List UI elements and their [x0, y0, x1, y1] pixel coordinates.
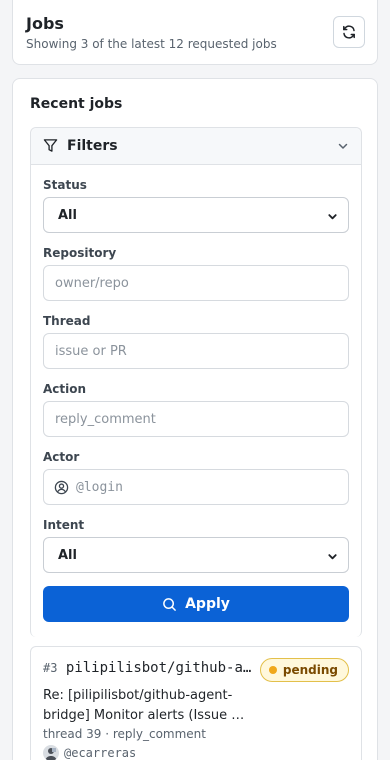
chevron-down-icon — [338, 143, 348, 149]
intent-select[interactable]: All — [43, 537, 349, 573]
actor-login[interactable]: @ecarreras — [64, 746, 136, 760]
status-badge-label: pending — [282, 663, 338, 677]
refresh-icon — [343, 25, 355, 39]
filters-toggle[interactable]: Filters — [31, 128, 361, 165]
job-title-line: Re: [pilipilisbot/github-agent- — [43, 688, 233, 703]
job-title-line: bridge] Monitor alerts (Issue #39) — [43, 708, 255, 723]
action-placeholder: reply_comment — [55, 412, 156, 427]
job-repo[interactable]: pilipilisbot/github-agent-bridge — [66, 660, 257, 676]
thread-input[interactable]: issue or PR — [43, 333, 349, 369]
jobs-count-subtitle: Showing 3 of the latest 12 requested job… — [26, 37, 277, 51]
status-select[interactable]: All — [43, 197, 349, 233]
job-title[interactable]: Re: [pilipilisbot/github-agent- bridge] … — [43, 686, 255, 726]
actor-input[interactable]: @login — [43, 469, 349, 505]
filters-label: Filters — [67, 138, 118, 154]
intent-select-value: All — [58, 548, 77, 563]
job-actor: @ecarreras — [43, 745, 136, 760]
section-title: Recent jobs — [30, 96, 123, 112]
status-select-value: All — [58, 208, 77, 223]
action-input[interactable]: reply_comment — [43, 401, 349, 437]
status-label: Status — [43, 178, 87, 192]
apply-label: Apply — [185, 596, 230, 612]
page-title: Jobs — [26, 14, 64, 33]
jobs-header: Jobs Showing 3 of the latest 12 requeste… — [12, 0, 378, 65]
repository-label: Repository — [43, 246, 117, 260]
repository-input[interactable]: owner/repo — [43, 265, 349, 301]
chevron-down-icon — [328, 214, 337, 220]
thread-placeholder: issue or PR — [55, 344, 127, 359]
status-badge: pending — [259, 658, 349, 682]
job-meta: thread 39 · reply_comment — [43, 727, 206, 741]
actor-placeholder: @login — [76, 480, 123, 495]
job-heading: #3 pilipilisbot/github-agent-bridge — [43, 660, 257, 676]
intent-label: Intent — [43, 518, 85, 532]
status-dot-icon — [268, 666, 277, 674]
job-number: #3 — [43, 661, 58, 675]
user-icon — [54, 480, 69, 495]
chevron-down-icon — [328, 554, 337, 560]
search-icon — [163, 597, 176, 611]
job-card[interactable]: #3 pilipilisbot/github-agent-bridge pend… — [30, 646, 362, 760]
filter-icon — [43, 139, 58, 152]
apply-button[interactable]: Apply — [43, 586, 349, 622]
thread-label: Thread — [43, 314, 91, 328]
avatar — [43, 745, 59, 760]
repository-placeholder: owner/repo — [55, 276, 129, 291]
filters-panel: Filters Status All Repository owner/repo… — [30, 127, 362, 637]
refresh-button[interactable] — [333, 16, 365, 48]
action-label: Action — [43, 382, 87, 396]
actor-label: Actor — [43, 450, 80, 464]
recent-jobs-card: Recent jobs Filters Status All Repositor… — [12, 78, 378, 760]
